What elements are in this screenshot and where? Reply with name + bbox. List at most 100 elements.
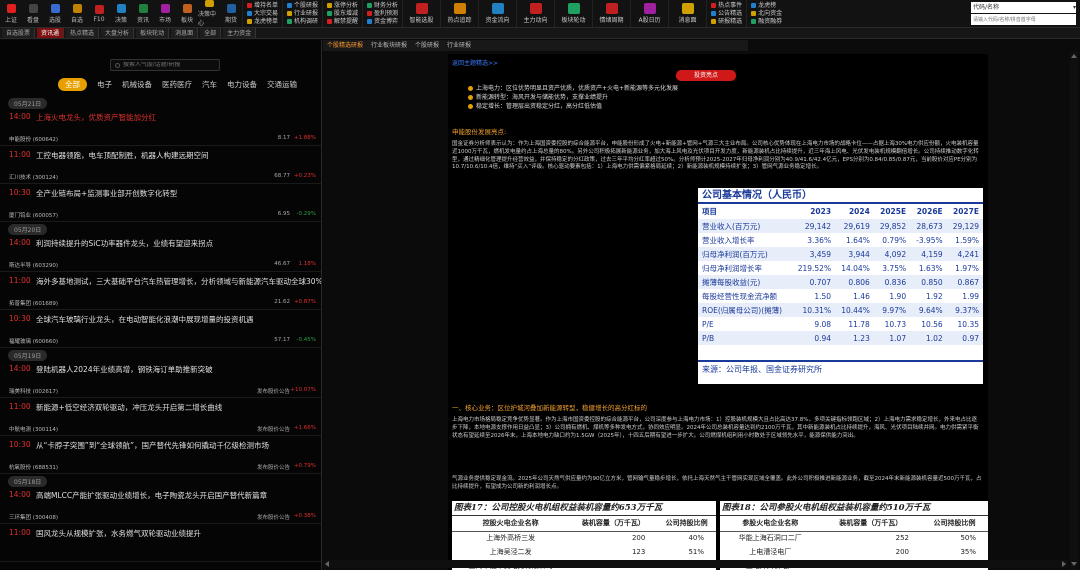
toolbar-button[interactable]: 板块 — [176, 0, 198, 27]
sub-tab-item[interactable]: 大盘分析 — [101, 28, 135, 38]
news-item[interactable]: 14:00 利润持续提升的SiC功率器件龙头，业绩有望迎来拐点 斯达半导 (6032… — [0, 234, 321, 272]
toolbar-menu-item[interactable]: 大宗交易 — [247, 10, 278, 18]
news-title[interactable]: 全球汽车玻璃行业龙头，在电动智能化浪潮中展现增量的投资机遇 — [36, 314, 254, 325]
doc-tab-item[interactable]: 行业研报 — [443, 40, 475, 51]
toolbar-menu-item[interactable]: 解禁提醒 — [327, 18, 358, 26]
news-item[interactable]: 10:30 全产业链布局+监测事业部开创数字化转型 厦门钨业 (600057) 6.9… — [0, 184, 321, 222]
news-title[interactable]: 利润持续提升的SiC功率器件龙头，业绩有望迎来拐点 — [36, 238, 213, 249]
news-title[interactable]: 国风龙头从规模扩张，水务燃气双轮驱动业绩提升 — [36, 528, 201, 539]
toolbar-button[interactable]: 决策中心 — [198, 0, 220, 27]
toolbar-button[interactable]: 期货 — [220, 0, 242, 27]
toolbar-big-button[interactable]: A股日历 — [630, 0, 668, 27]
news-item[interactable]: 14:00 登陆机器人2024年业绩高增，钢铁海订单助推新突破 瑞美科技 (0026… — [0, 360, 321, 398]
news-item[interactable]: 11:00 工控电器领跑，电车顶配制胜，机器人构建远期空间 汇川技术 (300124… — [0, 146, 321, 184]
news-stock[interactable]: 斯达半导 (603290) — [9, 261, 58, 269]
sub-tab-item[interactable]: 主力资金 — [223, 28, 257, 38]
toolbar-menu-item[interactable]: 资金博弈 — [367, 18, 398, 26]
toolbar-menu-item[interactable]: 机构调研 — [287, 18, 318, 26]
news-stock[interactable]: 汇川技术 (300124) — [9, 173, 58, 181]
toolbar-button[interactable]: 自选 — [66, 0, 88, 27]
highlights-button[interactable]: 投资亮点 — [676, 70, 736, 81]
news-title[interactable]: 工控电器领跑，电车顶配制胜，机器人构建远期空间 — [36, 150, 209, 161]
toolbar-big-button[interactable]: 主力动向 — [516, 0, 554, 27]
toolbar-big-button[interactable]: 情绪周期 — [592, 0, 630, 27]
news-title[interactable]: 高端MLCC产能扩张驱动业绩增长，电子陶瓷龙头开启国产替代新篇章 — [36, 490, 267, 501]
toolbar-menu-item[interactable]: 龙虎榜 — [751, 2, 782, 10]
toolbar-big-button[interactable]: 消息面 — [668, 0, 706, 27]
search-type-select[interactable]: 代码/名称 ▾ — [971, 2, 1076, 13]
category-tab[interactable]: 电力设备 — [227, 79, 257, 90]
news-title[interactable]: 上海火电龙头，优质资产智能加分红 — [36, 112, 156, 123]
toolbar-button[interactable]: 资讯 — [132, 0, 154, 27]
scroll-left-icon[interactable] — [325, 561, 329, 567]
category-tab[interactable]: 电子 — [97, 79, 112, 90]
news-item[interactable]: 11:00 海外多基地测试，三大基础平台汽车热管理增长，分析领域与新能源汽车驱动全… — [0, 272, 321, 310]
news-item[interactable]: 14:00 上海火电龙头，优质资产智能加分红 申能股份 (600642) 8.17 +1… — [0, 108, 321, 146]
toolbar-menu-item[interactable]: 研报精选 — [711, 18, 742, 26]
toolbar-menu-item[interactable]: 公告精选 — [711, 10, 742, 18]
news-item[interactable]: 11:00 新能源+低空经济双轮驱动，冲压龙头开启第二增长曲线 中航电测 (3001… — [0, 398, 321, 436]
news-stock[interactable]: 三环集团 (300408) — [9, 513, 58, 521]
news-item[interactable]: 14:00 高端MLCC产能扩张驱动业绩增长，电子陶瓷龙头开启国产替代新篇章 三环集… — [0, 486, 321, 524]
news-stock[interactable]: 福耀玻璃 (600660) — [9, 337, 58, 345]
toolbar-menu-item[interactable]: 个股研报 — [287, 2, 318, 10]
category-tab[interactable]: 交通运输 — [267, 79, 297, 90]
news-stock[interactable]: 瑞美科技 (002617) — [9, 387, 58, 395]
sub-tab-item[interactable]: 热点精选 — [66, 28, 100, 38]
sub-tab-item[interactable]: 消息面 — [171, 28, 199, 38]
scroll-right-icon[interactable] — [1062, 561, 1066, 567]
toolbar-menu-item[interactable]: 财务分析 — [367, 2, 398, 10]
back-link[interactable]: 返回主题精选>> — [452, 58, 498, 67]
news-item[interactable]: 10:30 从“卡脖子突围”到“全球领航”，国产替代先锋如何撬动千亿级检测市场 杭氧… — [0, 436, 321, 474]
doc-tab-item[interactable]: 个股研报 — [411, 40, 443, 51]
toolbar-button[interactable]: 市场 — [154, 0, 176, 27]
doc-tab-item[interactable]: 行业板块研报 — [367, 40, 411, 51]
scroll-up-icon[interactable] — [1071, 54, 1077, 58]
topic-search[interactable] — [110, 59, 220, 71]
sub-tab-item[interactable]: 全部 — [200, 28, 222, 38]
category-tab[interactable]: 全部 — [58, 78, 87, 91]
toolbar-menu-item[interactable]: 涨停分析 — [327, 2, 358, 10]
toolbar-big-button[interactable]: 资金流向 — [478, 0, 516, 27]
news-stock[interactable]: 拓普集团 (601689) — [9, 299, 58, 307]
news-title[interactable]: 海外多基地测试，三大基础平台汽车热管理增长，分析领域与新能源汽车驱动全球30%上… — [36, 276, 321, 287]
toolbar-menu-item[interactable]: 增持名单 — [247, 2, 278, 10]
toolbar-button[interactable]: 决策 — [110, 0, 132, 27]
scroll-down-icon[interactable] — [1071, 562, 1077, 566]
news-item[interactable]: 11:00 国风龙头从规模扩张，水务燃气双轮驱动业绩提升 — [0, 524, 321, 562]
doc-tab-item[interactable]: 个股精选研报 — [323, 40, 367, 51]
horizontal-scrollbar[interactable] — [323, 560, 1068, 568]
news-title[interactable]: 全产业链布局+监测事业部开创数字化转型 — [36, 188, 177, 199]
toolbar-button[interactable]: F10 — [88, 0, 110, 27]
news-item[interactable]: 10:30 全球汽车玻璃行业龙头，在电动智能化浪潮中展现增量的投资机遇 福耀玻璃 (… — [0, 310, 321, 348]
sub-tab-item[interactable]: 板块轮动 — [136, 28, 170, 38]
category-tab[interactable]: 医药医疗 — [162, 79, 192, 90]
toolbar-big-button[interactable]: 智能选股 — [402, 0, 440, 27]
news-title[interactable]: 新能源+低空经济双轮驱动，冲压龙头开启第二增长曲线 — [36, 402, 222, 413]
news-stock[interactable]: 杭氧股份 (688531) — [9, 463, 58, 471]
news-stock[interactable]: 申能股份 (600642) — [9, 135, 58, 143]
toolbar-menu-item[interactable]: 龙虎榜单 — [247, 18, 278, 26]
news-stock[interactable]: 中航电测 (300114) — [9, 425, 58, 433]
toolbar-button[interactable]: 上证 — [0, 0, 22, 27]
category-tab[interactable]: 汽车 — [202, 79, 217, 90]
toolbar-menu-item[interactable]: 盈利预测 — [367, 10, 398, 18]
vertical-scrollbar[interactable] — [1070, 52, 1078, 570]
sub-tab-item[interactable]: 资讯通 — [37, 28, 65, 38]
category-tab[interactable]: 机械设备 — [122, 79, 152, 90]
news-title[interactable]: 登陆机器人2024年业绩高增，钢铁海订单助推新突破 — [36, 364, 213, 375]
toolbar-menu-item[interactable]: 热点事件 — [711, 2, 742, 10]
toolbar-big-button[interactable]: 热点追踪 — [440, 0, 478, 27]
toolbar-menu-item[interactable]: 股东增减 — [327, 10, 358, 18]
sub-tab-item[interactable]: 自选股票 — [2, 28, 36, 38]
toolbar-big-button[interactable]: 板块轮动 — [554, 0, 592, 27]
toolbar-menu-item[interactable]: 行业研报 — [287, 10, 318, 18]
toolbar-button[interactable]: 看盘 — [22, 0, 44, 27]
news-title[interactable]: 从“卡脖子突围”到“全球领航”，国产替代先锋如何撬动千亿级检测市场 — [36, 440, 269, 451]
toolbar-menu-item[interactable]: 融资融券 — [751, 18, 782, 26]
toolbar-menu-item[interactable]: 北向资金 — [751, 10, 782, 18]
news-stock[interactable]: 厦门钨业 (600057) — [9, 211, 58, 219]
code-search-input[interactable] — [971, 14, 1076, 25]
toolbar-button[interactable]: 选股 — [44, 0, 66, 27]
topic-search-input[interactable] — [123, 62, 213, 68]
